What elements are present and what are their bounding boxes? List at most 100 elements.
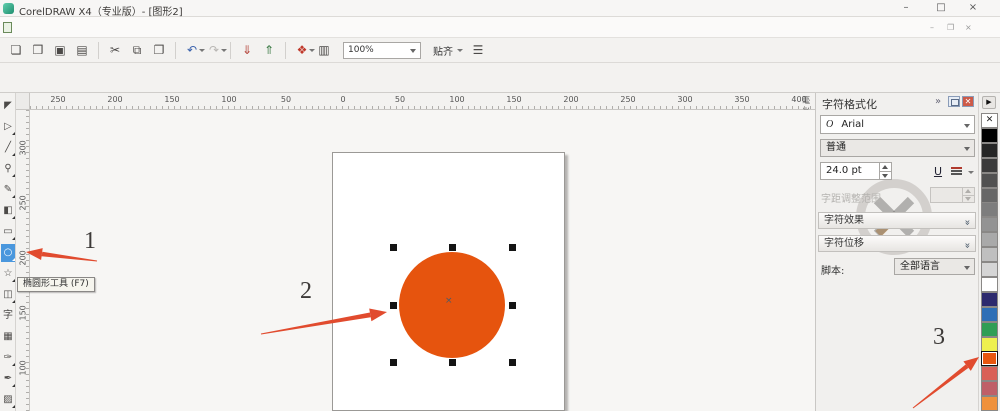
- selection-handle-top[interactable]: [449, 244, 456, 251]
- app-launcher-icon[interactable]: ❖: [293, 41, 315, 59]
- palette-swatch[interactable]: [981, 396, 998, 411]
- kerning-label: 字距调整范围: [821, 194, 881, 205]
- underline-button[interactable]: U: [930, 164, 946, 180]
- font-size-spinner[interactable]: [879, 163, 891, 179]
- palette-scroll-button[interactable]: ▶: [982, 96, 996, 109]
- selection-handle-right[interactable]: [509, 302, 516, 309]
- vertical-ruler[interactable]: 300 250 200 150 100: [16, 110, 30, 411]
- doc-minimize-button[interactable]: –: [930, 23, 934, 32]
- expand-section-icon: »: [961, 219, 973, 226]
- palette-swatch[interactable]: [981, 306, 998, 322]
- palette-swatch[interactable]: [981, 381, 998, 397]
- flyout-indicator: [12, 153, 15, 156]
- font-style-select[interactable]: 普通: [820, 139, 975, 157]
- horizontal-ruler[interactable]: 毫米 2502001501005005010015020025030035040…: [30, 93, 815, 116]
- eyedropper-tool-icon[interactable]: ✑: [1, 349, 15, 367]
- cut-icon[interactable]: ✂: [106, 41, 124, 59]
- copy-icon[interactable]: ⧉: [128, 41, 146, 59]
- flyout-indicator: [12, 405, 15, 408]
- selection-handle-bottom-right[interactable]: [509, 359, 516, 366]
- redo-icon[interactable]: ↷: [205, 41, 227, 59]
- chevron-down-icon[interactable]: [968, 171, 974, 174]
- new-document-icon[interactable]: ❏: [7, 41, 25, 59]
- undo-icon[interactable]: ↶: [183, 41, 205, 59]
- import-icon[interactable]: ⇓: [238, 41, 256, 59]
- palette-swatch[interactable]: [981, 351, 998, 367]
- selection-handle-bottom-left[interactable]: [390, 359, 397, 366]
- options-icon[interactable]: ☰: [469, 41, 487, 59]
- palette-swatch[interactable]: [981, 291, 998, 307]
- h-ruler-tick: 50: [280, 95, 292, 104]
- shape-tool-icon[interactable]: ▷: [1, 118, 15, 136]
- no-fill-swatch[interactable]: ✕: [981, 113, 998, 128]
- h-ruler-tick: 250: [620, 95, 636, 104]
- doc-restore-button[interactable]: ❐: [947, 23, 954, 32]
- h-ruler-tick: 100: [221, 95, 237, 104]
- palette-swatch[interactable]: [981, 262, 998, 277]
- palette-swatch[interactable]: [981, 321, 998, 337]
- basic-shapes-tool-icon[interactable]: ◫: [1, 286, 15, 304]
- zoom-tool-icon[interactable]: ⚲: [1, 160, 15, 178]
- font-family-select[interactable]: O Arial: [820, 115, 975, 134]
- palette-swatch[interactable]: [981, 187, 998, 203]
- v-ruler-tick: 250: [18, 195, 28, 211]
- docker-close-button[interactable]: ✕: [962, 96, 974, 107]
- selection-handle-left[interactable]: [390, 302, 397, 309]
- script-value: 全部语言: [900, 261, 940, 272]
- character-effects-icon[interactable]: [951, 167, 962, 175]
- font-style-value: 普通: [826, 142, 846, 153]
- h-ruler-tick: 200: [563, 95, 579, 104]
- font-size-spinbox[interactable]: 24.0 pt: [820, 162, 892, 180]
- welcome-screen-icon[interactable]: ▥: [315, 41, 333, 59]
- freehand-tool-icon[interactable]: ✎: [1, 181, 15, 199]
- palette-swatch[interactable]: [981, 247, 998, 263]
- docker-collapse-icon[interactable]: »: [935, 96, 941, 107]
- rectangle-tool-icon[interactable]: ▭: [1, 223, 15, 241]
- selection-handle-bottom[interactable]: [449, 359, 456, 366]
- polygon-tool-icon[interactable]: ☆: [1, 265, 15, 283]
- docker-float-button[interactable]: [948, 96, 960, 107]
- ruler-origin[interactable]: [16, 93, 30, 110]
- fill-tool-icon[interactable]: ▨: [1, 391, 15, 409]
- title-bar: CorelDRAW X4（专业版）- [图形2] – □ ×: [0, 0, 1000, 18]
- script-select[interactable]: 全部语言: [894, 258, 975, 275]
- palette-swatch[interactable]: [981, 232, 998, 248]
- document-page[interactable]: ×: [332, 152, 565, 411]
- drawing-canvas[interactable]: ×: [30, 110, 815, 411]
- ellipse-tool-icon[interactable]: ○: [1, 244, 15, 262]
- table-tool-icon[interactable]: ▦: [1, 328, 15, 346]
- text-tool-icon[interactable]: 字: [1, 307, 15, 325]
- doc-close-button[interactable]: ×: [965, 23, 972, 32]
- snap-to-button[interactable]: 贴齐: [433, 43, 463, 58]
- v-ruler-tick: 150: [18, 305, 28, 321]
- paste-icon[interactable]: ❐: [150, 41, 168, 59]
- palette-swatch[interactable]: [981, 202, 998, 218]
- outline-pen-tool-icon[interactable]: ✒: [1, 370, 15, 388]
- crop-tool-icon[interactable]: ╱: [1, 139, 15, 157]
- section-character-effects[interactable]: 字符效果 »: [818, 212, 976, 229]
- kerning-spinbox[interactable]: [930, 187, 975, 203]
- minimize-button[interactable]: –: [893, 1, 919, 15]
- palette-swatch[interactable]: [981, 276, 998, 292]
- open-icon[interactable]: ❒: [29, 41, 47, 59]
- kerning-spinner[interactable]: [962, 188, 974, 202]
- pick-tool-icon[interactable]: ◤: [1, 97, 15, 115]
- section-character-shift[interactable]: 字符位移 »: [818, 235, 976, 252]
- palette-swatch[interactable]: [981, 336, 998, 352]
- palette-swatch[interactable]: [981, 366, 998, 382]
- selection-handle-top-left[interactable]: [390, 244, 397, 251]
- palette-swatch[interactable]: [981, 217, 998, 233]
- print-icon[interactable]: ▤: [73, 41, 91, 59]
- palette-swatch[interactable]: [981, 127, 998, 143]
- close-button[interactable]: ×: [960, 1, 986, 15]
- palette-swatch[interactable]: [981, 157, 998, 173]
- save-icon[interactable]: ▣: [51, 41, 69, 59]
- selection-handle-top-right[interactable]: [509, 244, 516, 251]
- export-icon[interactable]: ⇑: [260, 41, 278, 59]
- smart-fill-tool-icon[interactable]: ◧: [1, 202, 15, 220]
- maximize-button[interactable]: □: [928, 1, 954, 15]
- tool-tooltip: 椭圆形工具 (F7): [17, 277, 95, 292]
- zoom-level-select[interactable]: 100%: [343, 41, 421, 59]
- palette-swatch[interactable]: [981, 172, 998, 188]
- palette-swatch[interactable]: [981, 142, 998, 158]
